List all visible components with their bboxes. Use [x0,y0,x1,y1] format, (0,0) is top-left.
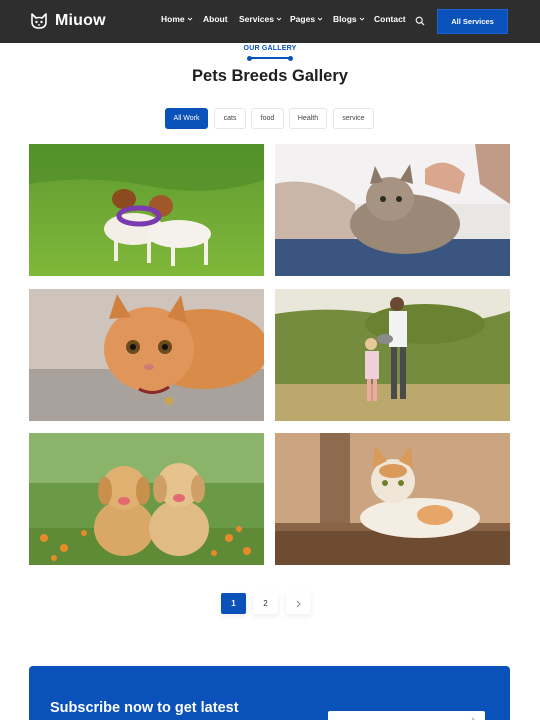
chevron-down-icon [187,17,192,21]
gallery-image-ginger-cat-bench[interactable] [275,433,510,565]
filter-food[interactable]: food [251,108,284,129]
nav-item-label: Blogs [333,14,357,24]
gallery-image-person-petting-cat[interactable] [275,144,510,276]
chevron-down-icon [276,17,282,21]
chevron-down-icon [359,17,364,21]
filter-all-work[interactable]: All Work [165,108,208,129]
subscribe-email-input[interactable] [328,711,485,720]
section-eyebrow: OUR GALLERY [243,45,297,52]
nav-item-blogs[interactable]: Blogs [333,14,365,24]
filter-service[interactable]: service [333,108,374,129]
nav-item-label: Pages [290,14,316,24]
pagination-page-2[interactable]: 2 [253,593,278,614]
cat-petting-photo [275,144,510,276]
pagination-next-button[interactable] [286,593,311,614]
dogs-playing-photo [29,144,264,276]
nav-item-pages[interactable]: Pages [290,14,323,24]
nav-item-label: Home [161,14,185,24]
pagination-page-1[interactable]: 1 [221,593,246,614]
chevron-down-icon [317,17,323,21]
eyebrow-divider [247,55,293,61]
filter-cats[interactable]: cats [214,108,246,129]
page-title: Pets Breeds Gallery [192,67,348,85]
search-icon[interactable] [415,16,425,26]
gallery-image-puppies[interactable] [29,433,264,565]
ginger-cat-photo [275,433,510,565]
gallery-image-family-with-cat[interactable] [275,289,510,421]
orange-kitten-photo [29,289,264,421]
nav-item-label: About [203,14,228,24]
nav-item-home[interactable]: Home [161,14,193,24]
nav-item-label: Services [239,14,274,24]
arrow-right-icon[interactable] [467,716,477,720]
gallery-image-orange-kitten[interactable] [29,289,264,421]
chevron-right-icon [296,600,301,607]
nav-item-label: Contact [374,14,406,24]
nav-item-about[interactable]: About [203,14,228,24]
puppies-photo [29,433,264,565]
gallery-image-dogs-playing[interactable] [29,144,264,276]
all-services-button[interactable]: All Services [437,9,508,34]
filter-health[interactable]: Health [289,108,327,129]
divider-dot [288,55,293,61]
nav-item-contact[interactable]: Contact [374,14,406,24]
divider-dot [247,55,252,61]
family-cat-photo [275,289,510,421]
nav-item-services[interactable]: Services [239,14,282,24]
subscribe-banner: Subscribe now to get latest [29,666,510,720]
subscribe-title: Subscribe now to get latest [50,700,239,716]
site-header: Miuow Home About Services Pages Blogs Co… [0,0,540,43]
